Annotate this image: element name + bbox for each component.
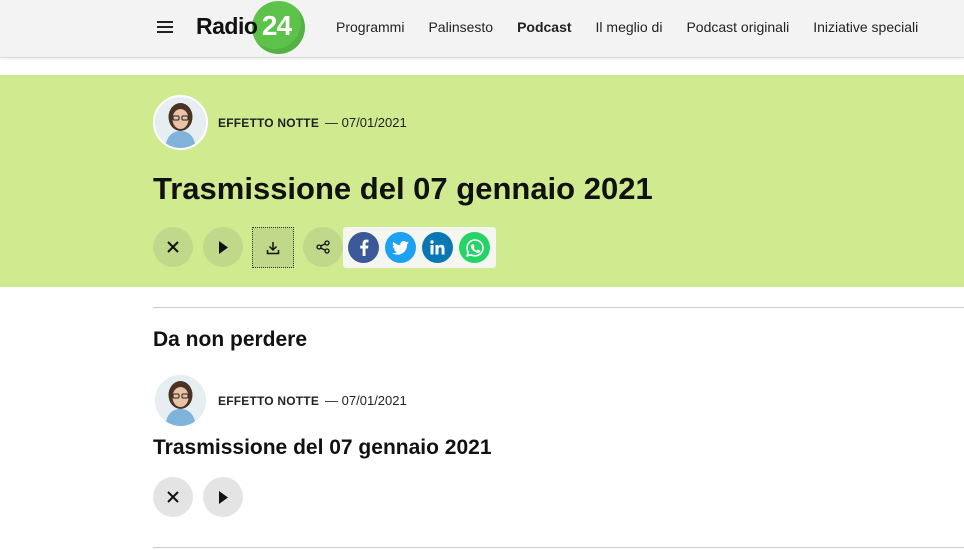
card-title[interactable]: Trasmissione del 07 gennaio 2021 xyxy=(153,436,492,460)
episode-meta: EFFETTO NOTTE — 07/01/2021 xyxy=(218,115,407,130)
nav-palinsesto[interactable]: Palinsesto xyxy=(428,19,493,35)
play-icon xyxy=(219,490,228,504)
close-button[interactable] xyxy=(153,227,193,267)
facebook-share[interactable] xyxy=(348,232,379,263)
card-meta: EFFETTO NOTTE — 07/01/2021 xyxy=(218,393,407,408)
card-play-button[interactable] xyxy=(203,477,243,517)
nav-programmi[interactable]: Programmi xyxy=(336,19,404,35)
twitter-share[interactable] xyxy=(385,232,416,263)
download-icon xyxy=(266,241,280,254)
episode-date: — 07/01/2021 xyxy=(325,115,407,130)
nav-iniziative-speciali[interactable]: Iniziative speciali xyxy=(813,19,918,35)
menu-icon[interactable] xyxy=(157,21,173,33)
nav-podcast-originali[interactable]: Podcast originali xyxy=(686,19,789,35)
program-name[interactable]: EFFETTO NOTTE xyxy=(218,116,319,130)
radio24-logo[interactable]: Radio 24 xyxy=(196,1,308,57)
twitter-icon xyxy=(392,240,409,255)
logo-number: 24 xyxy=(261,10,292,41)
play-icon xyxy=(219,240,228,254)
episode-title: Trasmissione del 07 gennaio 2021 xyxy=(153,171,653,206)
close-icon xyxy=(167,241,179,253)
card-date: — 07/01/2021 xyxy=(325,393,407,408)
close-icon xyxy=(167,491,179,503)
whatsapp-share[interactable] xyxy=(459,232,490,263)
linkedin-icon xyxy=(430,240,445,255)
play-button[interactable] xyxy=(203,227,243,267)
share-button[interactable] xyxy=(303,227,343,267)
whatsapp-icon xyxy=(465,238,484,257)
divider xyxy=(153,307,964,308)
download-button[interactable] xyxy=(252,227,294,268)
card-program-name[interactable]: EFFETTO NOTTE xyxy=(218,394,319,408)
linkedin-share[interactable] xyxy=(422,232,453,263)
nav-podcast[interactable]: Podcast xyxy=(517,19,571,35)
share-icon xyxy=(316,240,330,254)
bottom-divider xyxy=(153,547,964,548)
top-header: Radio 24 Programmi Palinsesto Podcast Il… xyxy=(0,0,964,58)
facebook-icon xyxy=(359,239,368,256)
section-title: Da non perdere xyxy=(153,328,308,351)
host-avatar[interactable] xyxy=(153,95,208,150)
card-host-avatar[interactable] xyxy=(153,373,208,428)
nav-il-meglio-di[interactable]: Il meglio di xyxy=(596,19,663,35)
main-nav: Programmi Palinsesto Podcast Il meglio d… xyxy=(336,19,942,35)
card-close-button[interactable] xyxy=(153,477,193,517)
logo-text: Radio xyxy=(196,13,258,39)
